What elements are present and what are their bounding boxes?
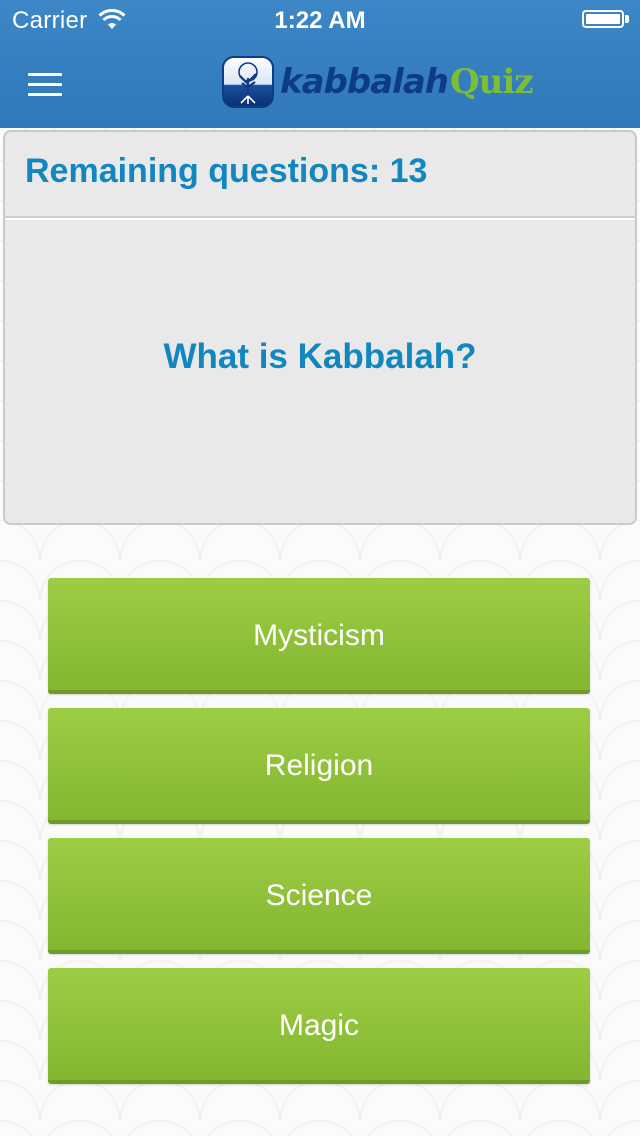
answer-button-magic[interactable]: Magic	[48, 968, 590, 1084]
top-bar: Carrier 1:22 AM kabbalahQuiz	[0, 0, 640, 128]
answer-button-mysticism[interactable]: Mysticism	[48, 578, 590, 694]
answer-button-religion[interactable]: Religion	[48, 708, 590, 824]
answer-button-science[interactable]: Science	[48, 838, 590, 954]
question-card: Remaining questions: 13 What is Kabbalah…	[3, 130, 637, 525]
answer-list: Mysticism Religion Science Magic	[48, 578, 590, 1098]
logo-text: kabbalahQuiz	[280, 62, 534, 102]
remaining-questions-label: Remaining questions: 13	[25, 152, 428, 190]
battery-icon	[582, 10, 630, 30]
card-header: Remaining questions: 13	[5, 132, 635, 218]
status-bar: Carrier 1:22 AM	[0, 0, 640, 40]
tree-logo-icon	[222, 56, 274, 108]
hamburger-menu-icon[interactable]	[26, 68, 68, 102]
answer-label: Science	[265, 879, 373, 912]
answer-label: Magic	[278, 1009, 360, 1042]
answer-label: Religion	[264, 749, 374, 782]
question-text: What is Kabbalah?	[163, 337, 477, 376]
answer-label: Mysticism	[253, 619, 385, 652]
status-time: 1:22 AM	[274, 7, 366, 34]
